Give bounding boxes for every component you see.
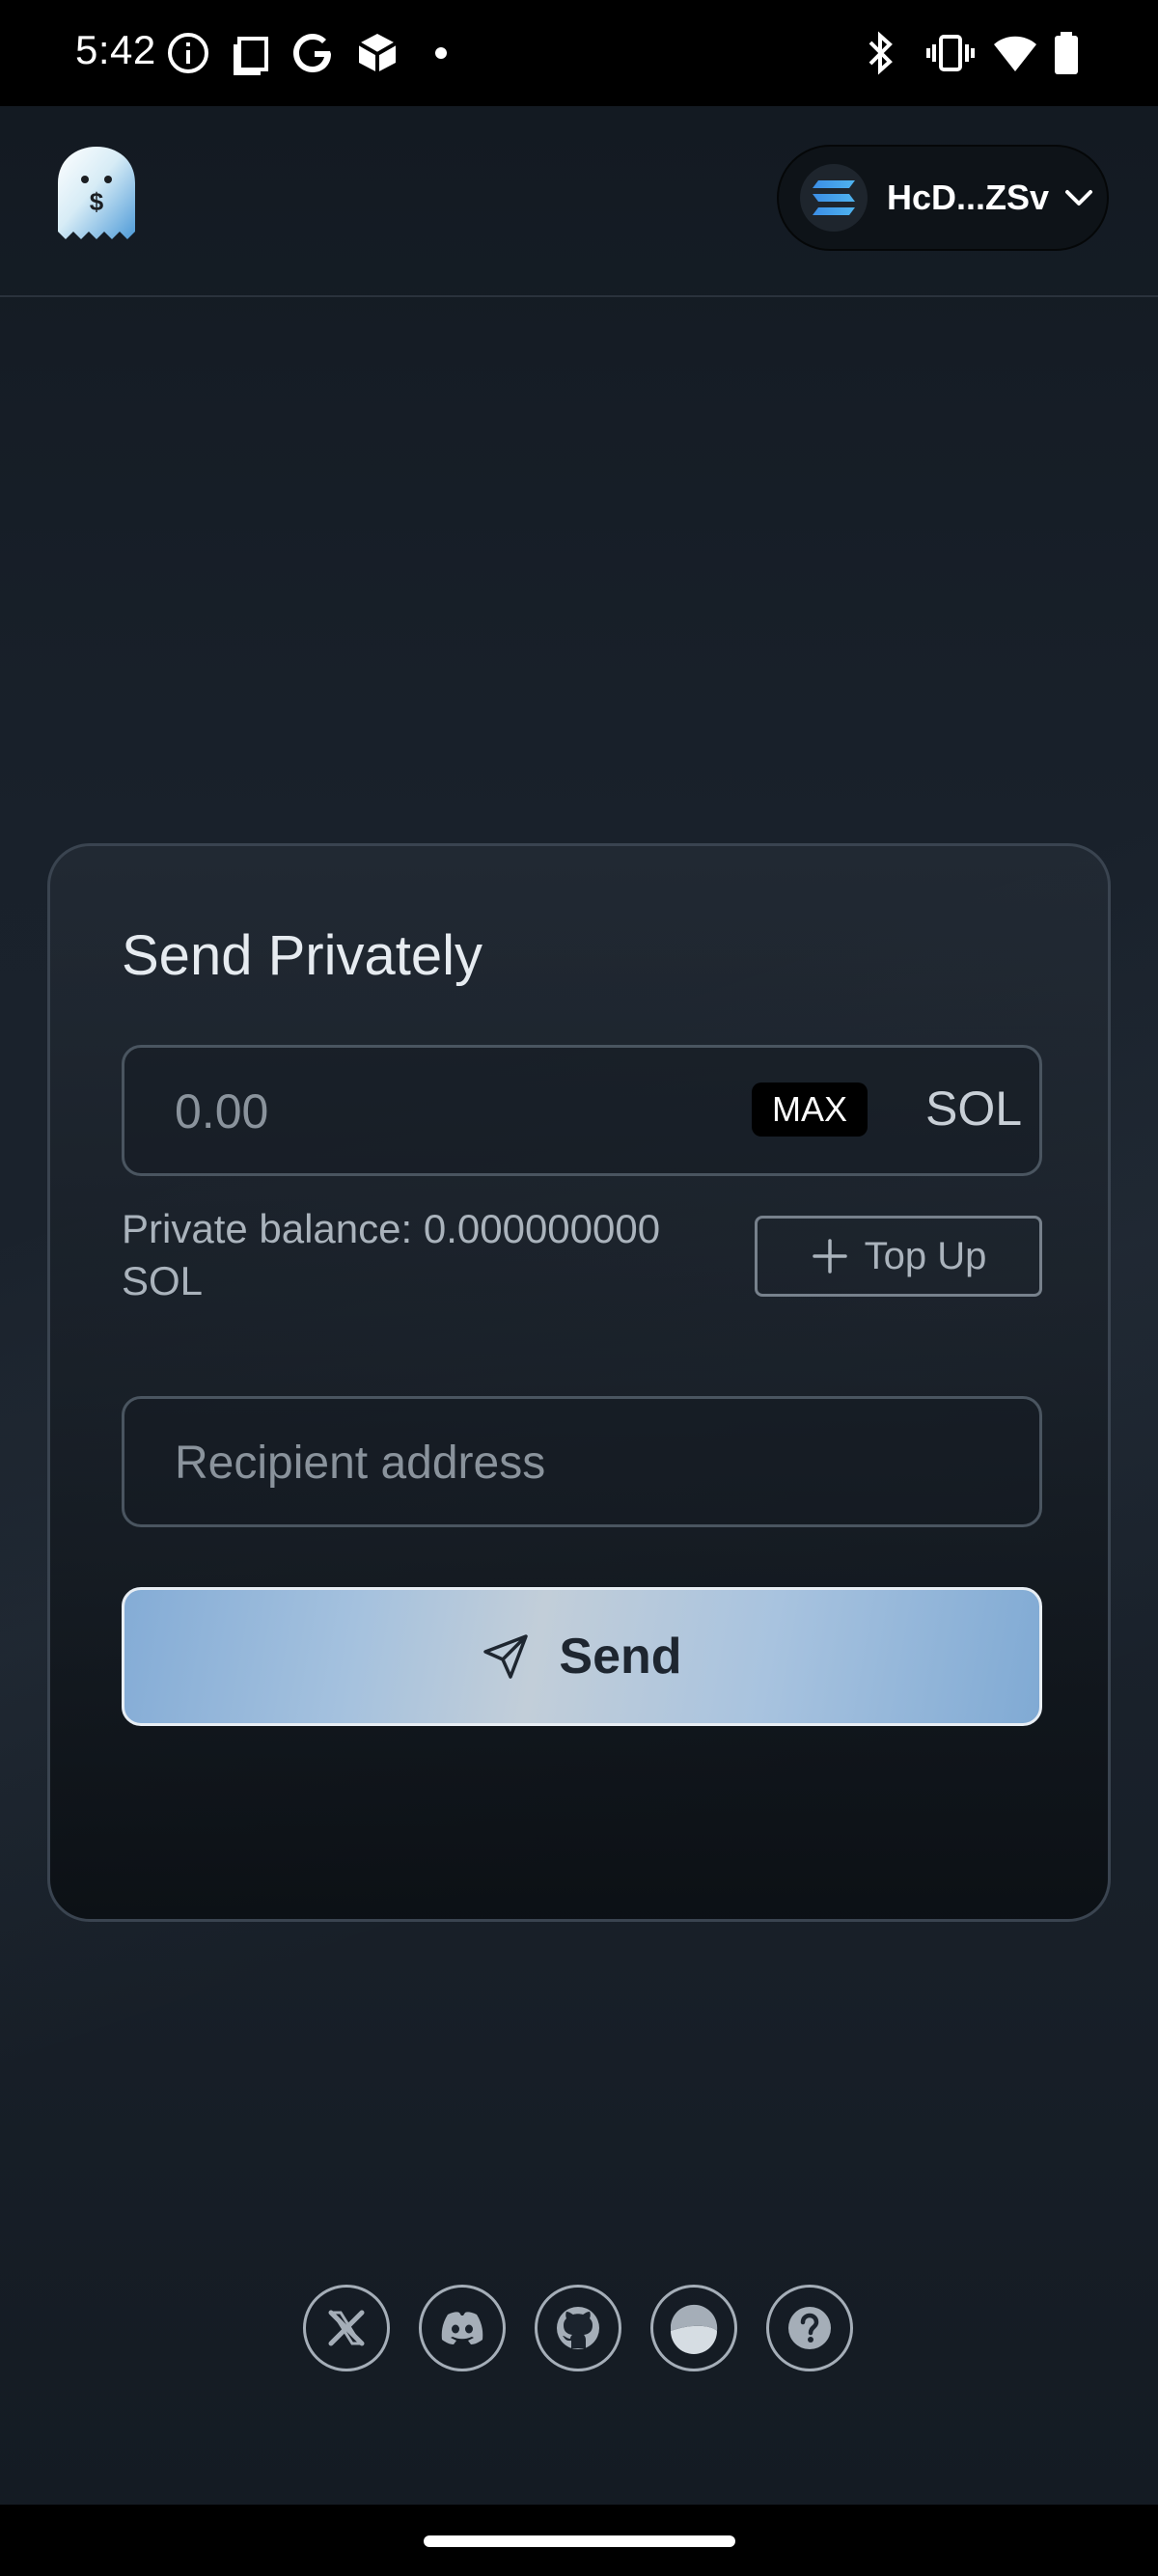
bluetooth-icon xyxy=(868,31,893,75)
vibrate-icon xyxy=(926,35,975,71)
solana-icon xyxy=(800,164,868,232)
screenshot-icon xyxy=(234,37,268,75)
card-title: Send Privately xyxy=(122,924,482,987)
help-icon[interactable] xyxy=(766,2285,853,2371)
github-icon[interactable] xyxy=(535,2285,621,2371)
plus-icon xyxy=(812,1239,847,1274)
chevron-down-icon xyxy=(1065,190,1093,206)
home-indicator[interactable] xyxy=(424,2535,735,2547)
wallet-button[interactable]: HcD...ZSv xyxy=(777,145,1109,251)
recipient-field[interactable] xyxy=(122,1396,1042,1527)
battery-icon xyxy=(1055,32,1078,74)
docs-icon[interactable] xyxy=(650,2285,737,2371)
x-icon[interactable] xyxy=(303,2285,390,2371)
top-up-button[interactable]: Top Up xyxy=(755,1216,1042,1297)
ghost-logo[interactable]: $ xyxy=(52,145,141,241)
send-button[interactable]: Send xyxy=(122,1587,1042,1726)
discord-icon[interactable] xyxy=(419,2285,506,2371)
currency-unit: SOL xyxy=(925,1082,1023,1136)
send-card: Send Privately MAX SOL Private balance: … xyxy=(47,843,1111,1922)
app-main: $ HcD...ZSv Send Privately 0.00 MAX SOL … xyxy=(0,106,1158,2505)
recipient-input[interactable] xyxy=(173,1399,1006,1526)
top-up-label: Top Up xyxy=(864,1234,987,1277)
send-icon xyxy=(483,1634,529,1679)
status-bar: 5:42 xyxy=(0,0,1158,106)
amount-field[interactable]: MAX SOL xyxy=(122,1045,1042,1176)
svg-text:$: $ xyxy=(90,187,104,216)
wifi-icon xyxy=(994,36,1036,71)
wallet-address-label: HcD...ZSv xyxy=(887,178,1050,217)
google-icon xyxy=(293,34,331,72)
status-time: 5:42 xyxy=(75,27,156,72)
app-header: $ HcD...ZSv xyxy=(0,106,1158,297)
info-icon xyxy=(168,33,208,73)
send-label: Send xyxy=(559,1629,682,1685)
amount-input[interactable] xyxy=(173,1048,717,1175)
max-button[interactable]: MAX xyxy=(752,1082,868,1137)
dot-icon xyxy=(435,47,447,59)
private-balance: Private balance: 0.000000000 SOL xyxy=(122,1206,661,1303)
screen: 5:42 $ HcD...ZSv Send Privately 0.00 MAX… xyxy=(0,0,1158,2576)
app-icon xyxy=(357,34,398,72)
